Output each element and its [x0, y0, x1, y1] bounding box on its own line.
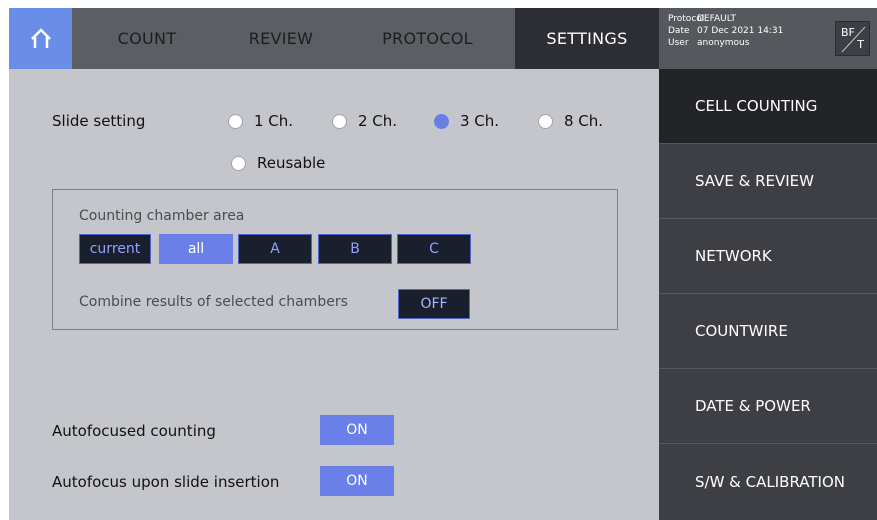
top-bar: COUNT REVIEW PROTOCOL SETTINGS ProtocolD… — [9, 8, 877, 69]
radio-reusable[interactable]: Reusable — [231, 154, 325, 172]
combine-results-toggle[interactable]: OFF — [398, 289, 470, 319]
slide-setting-label: Slide setting — [52, 112, 146, 130]
chamber-chip-b[interactable]: B — [318, 234, 392, 264]
radio-3ch[interactable]: 3 Ch. — [434, 112, 499, 130]
radio-circle-icon — [231, 155, 246, 171]
chamber-area-group: Counting chamber area current all A B C … — [52, 189, 618, 330]
sidebar-item-date-power[interactable]: DATE & POWER — [659, 369, 877, 444]
chamber-chip-all[interactable]: all — [159, 234, 233, 264]
app-window: COUNT REVIEW PROTOCOL SETTINGS ProtocolD… — [9, 8, 877, 520]
home-button[interactable] — [9, 8, 72, 69]
settings-sidebar: CELL COUNTING SAVE & REVIEW NETWORK COUN… — [659, 69, 877, 520]
mode-badge[interactable]: BF T — [835, 21, 870, 56]
autofocus-insertion-label: Autofocus upon slide insertion — [52, 473, 280, 491]
radio-circle-icon — [228, 113, 243, 129]
status-panel: ProtocolDEFAULT Date 07 Dec 2021 14:31 Us… — [659, 8, 877, 69]
radio-8ch[interactable]: 8 Ch. — [538, 112, 603, 130]
combine-results-label: Combine results of selected chambers — [79, 294, 348, 310]
sidebar-item-save-review[interactable]: SAVE & REVIEW — [659, 144, 877, 219]
chamber-chip-a[interactable]: A — [238, 234, 312, 264]
autofocused-counting-toggle[interactable]: ON — [320, 415, 394, 445]
tab-count[interactable]: COUNT — [72, 8, 222, 69]
radio-circle-icon — [332, 113, 347, 129]
sidebar-item-countwire[interactable]: COUNTWIRE — [659, 294, 877, 369]
chamber-chip-c[interactable]: C — [397, 234, 471, 264]
tab-settings[interactable]: SETTINGS — [515, 8, 659, 69]
autofocus-insertion-toggle[interactable]: ON — [320, 466, 394, 496]
radio-circle-selected-icon — [434, 113, 449, 129]
sidebar-item-network[interactable]: NETWORK — [659, 219, 877, 294]
tab-protocol[interactable]: PROTOCOL — [340, 8, 515, 69]
sidebar-item-sw-calibration[interactable]: S/W & CALIBRATION — [659, 444, 877, 520]
status-date: Date 07 Dec 2021 14:31 — [668, 26, 784, 36]
radio-2ch[interactable]: 2 Ch. — [332, 112, 397, 130]
tab-review[interactable]: REVIEW — [222, 8, 340, 69]
status-user: User anonymous — [668, 38, 750, 48]
home-icon — [30, 27, 51, 48]
sidebar-item-cell-counting[interactable]: CELL COUNTING — [659, 69, 877, 144]
chamber-chip-current[interactable]: current — [79, 234, 151, 264]
radio-1ch[interactable]: 1 Ch. — [228, 112, 293, 130]
radio-circle-icon — [538, 113, 553, 129]
chamber-area-title: Counting chamber area — [79, 208, 245, 224]
status-protocol: ProtocolDEFAULT — [668, 14, 736, 24]
autofocused-counting-label: Autofocused counting — [52, 422, 216, 440]
